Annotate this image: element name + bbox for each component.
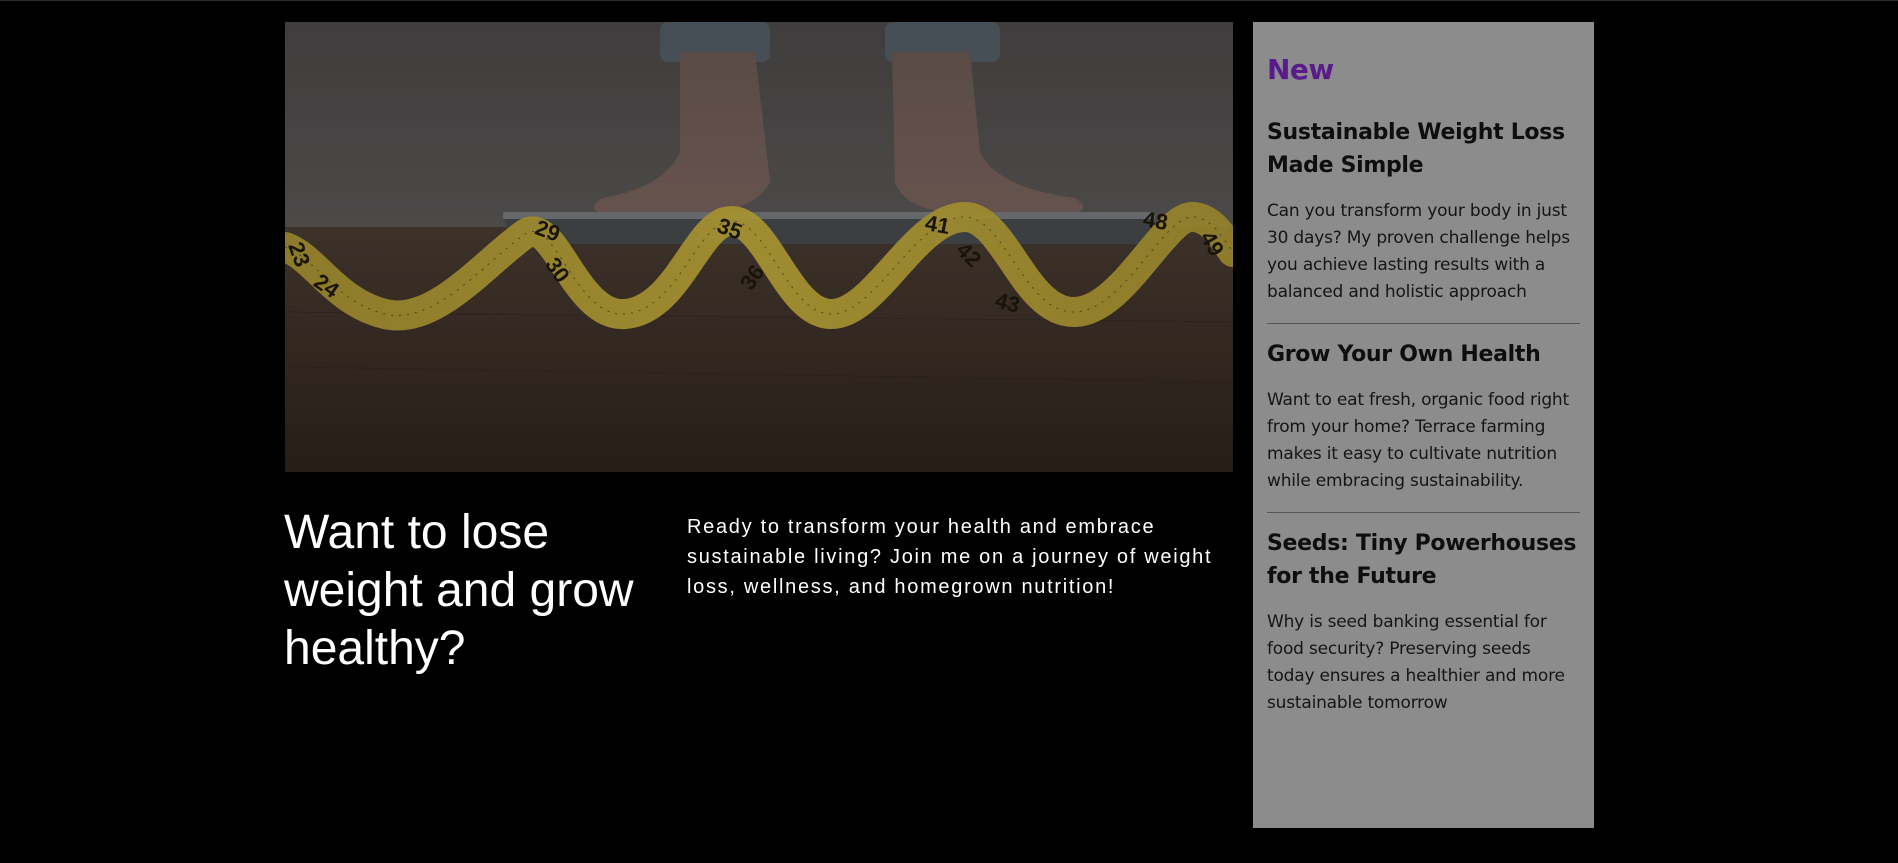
article-summary: Can you transform your body in just 30 d…: [1267, 201, 1570, 302]
article-title[interactable]: Grow Your Own Health: [1267, 338, 1580, 371]
intro-text: Ready to transform your health and embra…: [687, 516, 1213, 598]
article-summary: Want to eat fresh, organic food right fr…: [1267, 390, 1569, 491]
page-headline: Want to lose weight and grow healthy?: [284, 506, 634, 675]
scale-and-tape-photo: 23 24 29 30 35 36 41 42 43 48 49: [285, 22, 1233, 472]
article-card[interactable]: Grow Your Own Health Want to eat fresh, …: [1267, 338, 1580, 495]
article-divider: [1267, 512, 1580, 513]
article-title[interactable]: Sustainable Weight Loss Made Simple: [1267, 116, 1580, 182]
article-summary: Why is seed banking essential for food s…: [1267, 612, 1565, 713]
news-sidebar: New Sustainable Weight Loss Made Simple …: [1253, 22, 1594, 828]
top-rule: [0, 0, 1898, 1]
article-divider: [1267, 323, 1580, 324]
article-card[interactable]: Seeds: Tiny Powerhouses for the Future W…: [1267, 527, 1580, 717]
hero-image: 23 24 29 30 35 36 41 42 43 48 49: [285, 22, 1233, 472]
article-card[interactable]: Sustainable Weight Loss Made Simple Can …: [1267, 116, 1580, 306]
sidebar-heading: New: [1267, 53, 1334, 86]
article-title[interactable]: Seeds: Tiny Powerhouses for the Future: [1267, 527, 1580, 593]
